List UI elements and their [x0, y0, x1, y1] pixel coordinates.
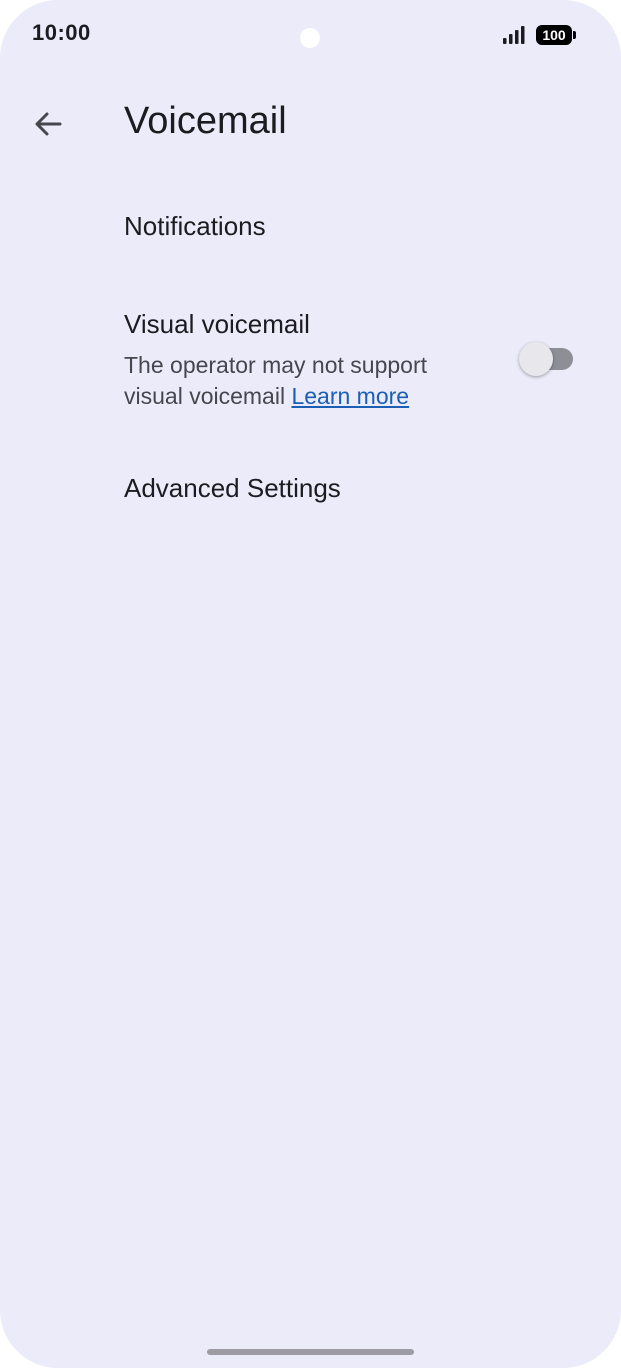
cell-signal-icon	[503, 26, 525, 44]
camera-cutout	[300, 28, 320, 48]
back-button[interactable]	[24, 100, 72, 148]
page-title: Voicemail	[124, 100, 287, 142]
status-time: 10:00	[32, 20, 91, 45]
advanced-settings-title: Advanced Settings	[124, 473, 341, 503]
home-indicator[interactable]	[207, 1349, 414, 1355]
notifications-row[interactable]	[0, 188, 621, 268]
visual-voicemail-toggle[interactable]	[519, 342, 575, 376]
visual-voicemail-title: Visual voicemail	[124, 309, 310, 339]
phone-screen: 10:00 100 Voicemail Notifications Visual…	[0, 0, 621, 1368]
arrow-back-icon	[35, 112, 62, 136]
toggle-thumb	[519, 342, 553, 376]
learn-more-link[interactable]: Learn more	[291, 383, 409, 409]
visual-voicemail-summary: The operator may not support visual voic…	[124, 350, 484, 412]
notifications-title: Notifications	[124, 211, 266, 241]
battery-icon: 100	[536, 25, 576, 45]
battery-level: 100	[542, 27, 566, 43]
